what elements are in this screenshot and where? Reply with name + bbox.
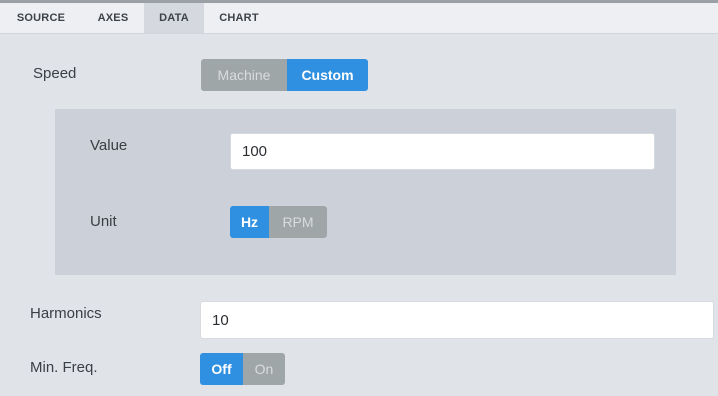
speed-toggle: Machine Custom: [201, 59, 368, 91]
min-freq-toggle: Off On: [200, 353, 285, 385]
unit-hz-option[interactable]: Hz: [230, 206, 269, 238]
tab-data[interactable]: DATA: [144, 3, 204, 33]
speed-custom-option[interactable]: Custom: [287, 59, 368, 91]
min-freq-label: Min. Freq.: [30, 359, 98, 376]
min-freq-off-option[interactable]: Off: [200, 353, 243, 385]
value-input[interactable]: [230, 133, 655, 170]
tab-bar: SOURCE AXES DATA CHART: [0, 3, 718, 34]
speed-machine-option[interactable]: Machine: [201, 59, 287, 91]
harmonics-input[interactable]: [200, 301, 714, 339]
tab-source[interactable]: SOURCE: [0, 3, 82, 33]
unit-rpm-option[interactable]: RPM: [269, 206, 327, 238]
tab-axes[interactable]: AXES: [82, 3, 144, 33]
data-panel: Speed Machine Custom Value Unit Hz RPM H…: [0, 34, 718, 396]
unit-toggle: Hz RPM: [230, 206, 327, 238]
harmonics-label: Harmonics: [30, 305, 102, 322]
custom-speed-group: Value Unit Hz RPM: [55, 109, 676, 275]
value-label: Value: [90, 137, 128, 154]
min-freq-on-option[interactable]: On: [243, 353, 285, 385]
unit-label: Unit: [90, 213, 117, 230]
tab-chart[interactable]: CHART: [204, 3, 274, 33]
speed-label: Speed: [33, 65, 77, 82]
